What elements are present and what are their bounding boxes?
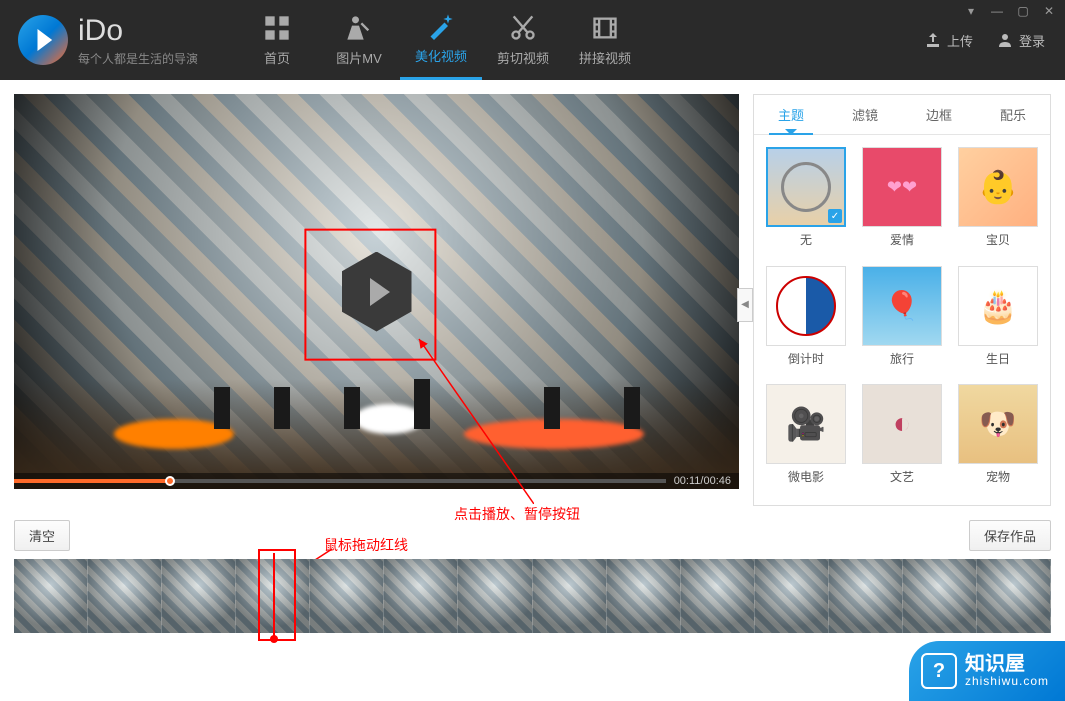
tab-music[interactable]: 配乐 xyxy=(976,95,1050,134)
video-frame[interactable]: 00:11/00:46 xyxy=(14,94,739,489)
side-tabs: 主题 滤镜 边框 配乐 xyxy=(754,95,1050,135)
theme-baby[interactable]: 宝贝 xyxy=(954,147,1042,256)
upload-button[interactable]: 上传 xyxy=(925,31,973,50)
theme-birthday[interactable]: 生日 xyxy=(954,266,1042,375)
tab-filter[interactable]: 滤镜 xyxy=(828,95,902,134)
theme-pet[interactable]: 宠物 xyxy=(954,384,1042,493)
nav-photo-mv[interactable]: 图片MV xyxy=(318,0,400,80)
watermark-url: zhishiwu.com xyxy=(965,675,1049,688)
maximize-icon[interactable]: ▢ xyxy=(1015,4,1031,18)
logo: iDo 每个人都是生活的导演 xyxy=(0,14,216,67)
window-controls: ▾ — ▢ ✕ xyxy=(963,4,1057,18)
menu-icon[interactable]: ▾ xyxy=(963,4,979,18)
progress-thumb[interactable] xyxy=(165,476,175,486)
logo-icon xyxy=(18,15,68,65)
theme-none[interactable]: 无 xyxy=(762,147,850,256)
nav-join-video[interactable]: 拼接视频 xyxy=(564,0,646,80)
timeline-frame xyxy=(977,559,1051,633)
header-actions: 上传 登录 xyxy=(925,31,1065,50)
theme-art[interactable]: 文艺 xyxy=(858,384,946,493)
tab-border[interactable]: 边框 xyxy=(902,95,976,134)
nav-cut-video[interactable]: 剪切视频 xyxy=(482,0,564,80)
login-button[interactable]: 登录 xyxy=(997,31,1045,50)
timeline-frame xyxy=(458,559,532,633)
progress-track[interactable] xyxy=(14,479,666,483)
timeline-frame xyxy=(533,559,607,633)
timeline-frame xyxy=(384,559,458,633)
app-tagline: 每个人都是生活的导演 xyxy=(78,50,198,67)
timeline-frame xyxy=(88,559,162,633)
progress-bar[interactable]: 00:11/00:46 xyxy=(14,473,739,489)
app-name: iDo xyxy=(78,14,198,48)
annotation-text-drag: 鼠标拖动红线 xyxy=(324,535,408,555)
timeline-frame xyxy=(310,559,384,633)
theme-countdown[interactable]: 倒计时 xyxy=(762,266,850,375)
timeline-cursor[interactable] xyxy=(273,553,275,639)
theme-love[interactable]: 爱情 xyxy=(858,147,946,256)
timeline[interactable] xyxy=(14,559,1051,633)
timeline-frame xyxy=(681,559,755,633)
tab-theme[interactable]: 主题 xyxy=(754,95,828,134)
titlebar: iDo 每个人都是生活的导演 首页 图片MV 美化视频 剪切视频 拼接视频 上传 xyxy=(0,0,1065,80)
time-label: 00:11/00:46 xyxy=(666,475,739,487)
watermark-badge: ? 知识屋 zhishiwu.com xyxy=(909,641,1065,701)
timeline-frame xyxy=(14,559,88,633)
timeline-frame xyxy=(903,559,977,633)
theme-travel[interactable]: 旅行 xyxy=(858,266,946,375)
watermark-title: 知识屋 xyxy=(965,653,1049,675)
main-nav: 首页 图片MV 美化视频 剪切视频 拼接视频 xyxy=(236,0,646,80)
timeline-area: 清空 保存作品 鼠标拖动红线 xyxy=(0,520,1065,647)
close-icon[interactable]: ✕ xyxy=(1041,4,1057,18)
timeline-frame xyxy=(829,559,903,633)
clear-button[interactable]: 清空 xyxy=(14,520,70,551)
watermark-icon: ? xyxy=(921,653,957,689)
theme-movie[interactable]: 微电影 xyxy=(762,384,850,493)
timeline-frame xyxy=(755,559,829,633)
video-preview: 00:11/00:46 点击播放、暂停按钮 xyxy=(14,94,739,506)
nav-home[interactable]: 首页 xyxy=(236,0,318,80)
theme-grid: 无 爱情 宝贝 倒计时 旅行 生日 微电影 文艺 宠物 xyxy=(754,135,1050,505)
minimize-icon[interactable]: — xyxy=(989,4,1005,18)
side-panel: ◀ 主题 滤镜 边框 配乐 无 爱情 宝贝 倒计时 旅行 生日 微电影 文艺 宠… xyxy=(753,94,1051,506)
nav-beautify-video[interactable]: 美化视频 xyxy=(400,0,482,80)
save-button[interactable]: 保存作品 xyxy=(969,520,1051,551)
collapse-panel-button[interactable]: ◀ xyxy=(737,288,753,322)
timeline-frame xyxy=(607,559,681,633)
timeline-frame xyxy=(162,559,236,633)
